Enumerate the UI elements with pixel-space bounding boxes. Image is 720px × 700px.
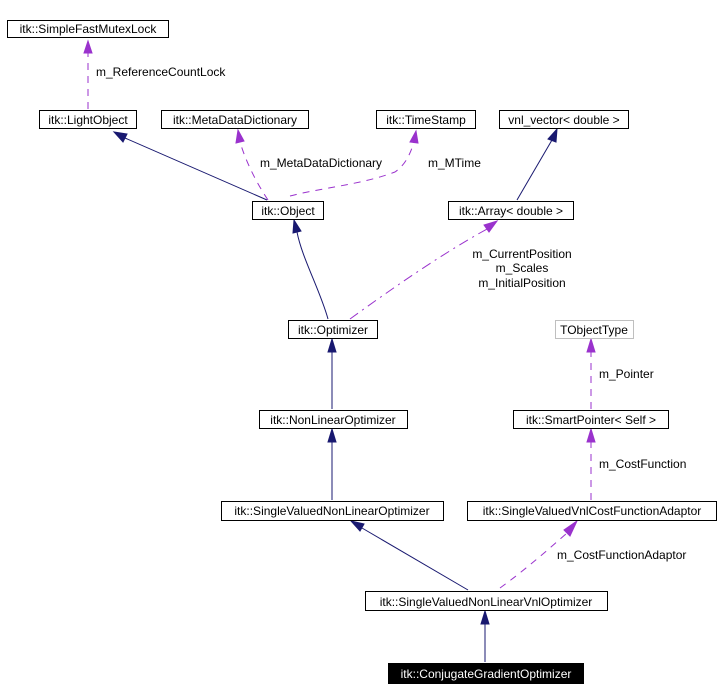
edge-array-to-vnlvector bbox=[516, 127, 558, 201]
node-single-valued-non-linear-vnl-optimizer[interactable]: itk::SingleValuedNonLinearVnlOptimizer bbox=[365, 591, 608, 611]
node-single-valued-vnl-cost-function-adaptor[interactable]: itk::SingleValuedVnlCostFunctionAdaptor bbox=[467, 501, 717, 521]
node-label: itk::Optimizer bbox=[298, 323, 368, 337]
edge-svcfa-to-smartpointer bbox=[586, 427, 596, 500]
edge-smartpointer-to-tobjecttype bbox=[586, 337, 596, 409]
node-label: itk::SingleValuedNonLinearOptimizer bbox=[234, 504, 429, 518]
node-simple-fast-mutex-lock[interactable]: itk::SimpleFastMutexLock bbox=[7, 20, 169, 38]
node-label: itk::LightObject bbox=[48, 113, 128, 127]
node-object[interactable]: itk::Object bbox=[252, 201, 324, 220]
node-light-object[interactable]: itk::LightObject bbox=[39, 110, 137, 129]
node-label: vnl_vector< double > bbox=[508, 113, 619, 127]
edge-label-currentposition: m_CurrentPosition bbox=[472, 247, 571, 261]
edge-nonlinear-to-optimizer bbox=[327, 337, 337, 409]
collaboration-diagram: m_ReferenceCountLock m_MetaDataDictionar… bbox=[7, 20, 717, 684]
edge-label-refcountlock: m_ReferenceCountLock bbox=[96, 65, 226, 79]
node-label: itk::SimpleFastMutexLock bbox=[20, 22, 158, 36]
node-label: TObjectType bbox=[560, 323, 628, 337]
node-label: itk::Array< double > bbox=[459, 204, 563, 218]
node-label: itk::NonLinearOptimizer bbox=[270, 413, 395, 427]
edge-label-costfunction: m_CostFunction bbox=[599, 457, 686, 471]
edge-svnlvnl-to-svnl bbox=[349, 520, 469, 591]
edge-optimizer-to-object bbox=[292, 218, 329, 320]
edge-cgo-to-svnlvnl bbox=[480, 609, 490, 662]
node-label: itk::Object bbox=[261, 204, 315, 218]
node-label: itk::MetaDataDictionary bbox=[173, 113, 297, 127]
node-array[interactable]: itk::Array< double > bbox=[448, 201, 574, 220]
node-optimizer[interactable]: itk::Optimizer bbox=[288, 320, 378, 339]
node-label: itk::TimeStamp bbox=[386, 113, 466, 127]
edge-label-initialposition: m_InitialPosition bbox=[478, 276, 565, 290]
node-label: itk::SingleValuedVnlCostFunctionAdaptor bbox=[483, 504, 702, 518]
edge-lightobject-to-mutex bbox=[83, 39, 93, 109]
edge-label-metadatadict: m_MetaDataDictionary bbox=[260, 156, 382, 170]
edge-label-costfunctionadaptor: m_CostFunctionAdaptor bbox=[557, 548, 686, 562]
node-meta-data-dictionary[interactable]: itk::MetaDataDictionary bbox=[161, 110, 309, 129]
node-single-valued-non-linear-optimizer[interactable]: itk::SingleValuedNonLinearOptimizer bbox=[221, 501, 444, 521]
node-tobject-type[interactable]: TObjectType bbox=[555, 320, 634, 339]
edge-label-pointer: m_Pointer bbox=[599, 367, 654, 381]
edge-optimizer-to-array bbox=[349, 220, 499, 320]
edge-label-scales: m_Scales bbox=[496, 261, 549, 275]
edge-object-to-lightobject bbox=[112, 131, 268, 201]
node-label: itk::SmartPointer< Self > bbox=[526, 413, 656, 427]
node-non-linear-optimizer[interactable]: itk::NonLinearOptimizer bbox=[259, 410, 408, 429]
node-conjugate-gradient-optimizer: itk::ConjugateGradientOptimizer bbox=[388, 663, 584, 684]
node-smart-pointer[interactable]: itk::SmartPointer< Self > bbox=[513, 410, 669, 429]
edge-svnl-to-nonlinear bbox=[327, 427, 337, 500]
edge-label-mtime: m_MTime bbox=[428, 156, 481, 170]
node-label: itk::SingleValuedNonLinearVnlOptimizer bbox=[380, 595, 593, 609]
node-label: itk::ConjugateGradientOptimizer bbox=[401, 667, 572, 681]
node-vnl-vector[interactable]: vnl_vector< double > bbox=[499, 110, 629, 129]
node-time-stamp[interactable]: itk::TimeStamp bbox=[376, 110, 476, 129]
